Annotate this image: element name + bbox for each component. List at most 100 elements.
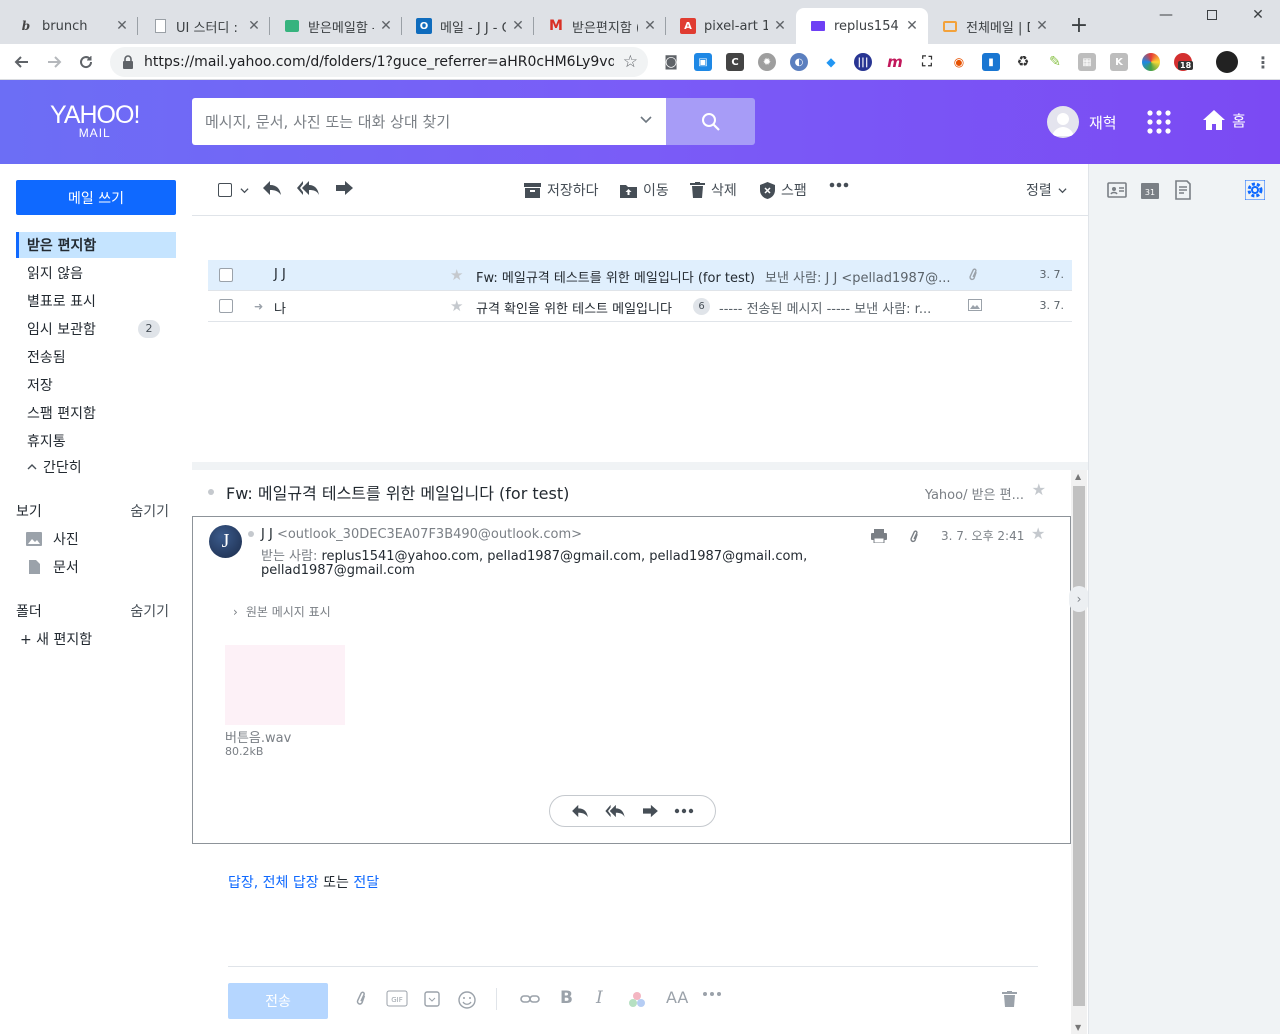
eyes-extension-icon[interactable]: ◉ xyxy=(950,53,968,71)
color-wheel-extension-icon[interactable] xyxy=(1142,53,1160,71)
more-menu-icon[interactable]: ⋮ xyxy=(1254,53,1272,72)
attachment-icon[interactable] xyxy=(909,530,921,544)
tag-extension-icon[interactable]: ▮ xyxy=(982,53,1000,71)
settings-gear-icon[interactable] xyxy=(1245,180,1265,200)
browser-tab-active[interactable]: replus1541@ ✕ xyxy=(796,8,928,44)
star-icon[interactable]: ★ xyxy=(1031,524,1045,543)
archive-button[interactable]: 저장하다 xyxy=(524,180,599,200)
c-extension-icon[interactable]: C xyxy=(726,53,744,71)
sort-button[interactable]: 정렬 xyxy=(1026,180,1067,200)
home-button[interactable]: 홈 xyxy=(1202,108,1246,132)
view-item-photos[interactable]: 사진 xyxy=(26,529,79,549)
new-folder-button[interactable]: + 새 편지함 xyxy=(20,629,92,649)
profile-avatar[interactable] xyxy=(1216,51,1238,73)
close-tab-icon[interactable]: ✕ xyxy=(772,18,788,34)
reply-all-button[interactable] xyxy=(296,180,320,196)
sticker-icon[interactable] xyxy=(424,991,440,1007)
search-input[interactable]: 메시지, 문서, 사진 또는 대화 상대 찾기 xyxy=(192,98,666,145)
reply-button[interactable] xyxy=(262,180,282,196)
show-original-toggle[interactable]: › 원본 메시지 표시 xyxy=(233,603,331,620)
close-tab-icon[interactable]: ✕ xyxy=(114,18,130,34)
address-bar[interactable]: https://mail.yahoo.com/d/folders/1?guce_… xyxy=(110,47,648,77)
scroll-up-icon[interactable]: ▲ xyxy=(1075,472,1081,481)
text-color-icon[interactable] xyxy=(628,991,646,1009)
new-tab-button[interactable]: + xyxy=(1066,14,1092,40)
sidebar-item-starred[interactable]: 별표로 표시 xyxy=(16,288,176,314)
message-row[interactable]: J J ★ Fw: 메일규격 테스트를 위한 메일입니다 (for test) … xyxy=(208,260,1072,291)
close-window-button[interactable]: ✕ xyxy=(1235,0,1280,30)
sidebar-item-drafts[interactable]: 임시 보관함 2 xyxy=(16,316,176,342)
sidebar-item-spam[interactable]: 스팸 편지함 xyxy=(16,400,176,426)
sender-avatar[interactable]: J xyxy=(209,525,242,558)
chevron-down-icon[interactable] xyxy=(640,113,652,125)
spam-button[interactable]: 스팸 xyxy=(760,180,807,200)
browser-tab[interactable]: O 메일 - J J - O ✕ xyxy=(402,8,534,44)
star-icon[interactable]: ★ xyxy=(450,266,463,284)
more-actions-button[interactable] xyxy=(829,182,849,188)
reader-extension-icon[interactable]: ▣ xyxy=(694,53,712,71)
more-formatting-icon[interactable] xyxy=(702,991,722,997)
yahoo-mail-logo[interactable]: YAHOO! MAIL xyxy=(50,102,140,139)
more-dots-icon[interactable] xyxy=(674,808,694,814)
recycle-extension-icon[interactable]: ♻ xyxy=(1014,53,1032,71)
delete-button[interactable]: 삭제 xyxy=(690,180,737,200)
message-checkbox[interactable] xyxy=(219,268,233,282)
attachment-name[interactable]: 버튼음.wav xyxy=(225,727,291,746)
search-button[interactable] xyxy=(666,98,755,145)
k-extension-icon[interactable]: K xyxy=(1110,53,1128,71)
bold-icon[interactable]: B xyxy=(560,988,573,1008)
star-icon[interactable]: ★ xyxy=(1032,480,1046,499)
message-row[interactable]: ➜ 나 ★ 규격 확인을 위한 테스트 메일입니다 6 ----- 전송된 메시… xyxy=(208,291,1072,322)
sender-line[interactable]: J J <outlook_30DEC3EA07F3B490@outlook.co… xyxy=(261,527,582,542)
quick-reply-link[interactable]: 답장 xyxy=(228,875,254,891)
close-tab-icon[interactable]: ✕ xyxy=(510,18,526,34)
quick-forward-link[interactable]: 전달 xyxy=(353,875,379,891)
close-tab-icon[interactable]: ✕ xyxy=(1034,18,1050,34)
sidebar-item-inbox[interactable]: 받은 편지함 xyxy=(16,232,176,258)
screenshot-extension-icon[interactable]: ⛶ xyxy=(918,53,936,71)
folders-hide-link[interactable]: 숨기기 xyxy=(130,601,169,621)
cube-extension-icon[interactable]: ◆ xyxy=(822,53,840,71)
font-size-icon[interactable]: AA xyxy=(666,988,688,1007)
close-tab-icon[interactable]: ✕ xyxy=(378,18,394,34)
forward-icon[interactable] xyxy=(641,804,659,818)
move-button[interactable]: 이동 xyxy=(620,180,669,200)
gif-icon[interactable]: GIF xyxy=(386,990,408,1007)
close-tab-icon[interactable]: ✕ xyxy=(642,18,658,34)
reply-icon[interactable] xyxy=(571,804,589,818)
browser-tab[interactable]: 전체메일 | Da ✕ xyxy=(928,8,1058,44)
scroll-down-icon[interactable]: ▼ xyxy=(1075,1023,1081,1032)
stripes-extension-icon[interactable]: ||| xyxy=(854,53,872,71)
browser-tab[interactable]: A pixel-art 1px ✕ xyxy=(666,8,796,44)
m-extension-icon[interactable]: m xyxy=(886,53,904,71)
camera-extension-icon[interactable]: ◙ xyxy=(662,53,680,71)
pane-toggle-chevron-icon[interactable]: › xyxy=(1069,586,1089,612)
reading-pane-scrollbar[interactable]: ▲ ▼ xyxy=(1071,470,1087,1034)
scrollbar-thumb[interactable] xyxy=(1073,486,1085,1006)
grid-extension-icon[interactable]: ▦ xyxy=(1078,53,1096,71)
sidebar-item-archive[interactable]: 저장 xyxy=(16,372,176,398)
folder-breadcrumb[interactable]: Yahoo/ 받은 편... xyxy=(925,484,1024,503)
browser-tab[interactable]: UI 스터디 : 그 ✕ xyxy=(138,8,270,44)
emoji-icon[interactable] xyxy=(458,991,476,1009)
discard-draft-icon[interactable] xyxy=(1002,991,1017,1007)
back-button[interactable] xyxy=(9,49,35,75)
contacts-icon[interactable] xyxy=(1107,180,1127,200)
star-icon[interactable]: ★ xyxy=(450,297,463,315)
sidebar-item-trash[interactable]: 휴지통 xyxy=(16,428,176,454)
reload-button[interactable] xyxy=(73,49,99,75)
quick-reply-all-link[interactable]: 전체 답장 xyxy=(263,875,319,891)
maximize-window-button[interactable] xyxy=(1189,0,1235,30)
close-tab-icon[interactable]: ✕ xyxy=(246,18,262,34)
send-button[interactable]: 전송 xyxy=(228,983,328,1019)
bookmark-star-icon[interactable]: ☆ xyxy=(623,52,638,72)
italic-icon[interactable]: I xyxy=(596,988,603,1008)
minimize-window-button[interactable]: — xyxy=(1143,0,1189,30)
sidebar-item-unread[interactable]: 읽지 않음 xyxy=(16,260,176,286)
select-all-checkbox[interactable] xyxy=(218,183,249,197)
forward-button[interactable] xyxy=(334,180,354,196)
print-icon[interactable] xyxy=(871,529,887,543)
link-icon[interactable] xyxy=(520,991,540,1007)
gear-extension-icon[interactable]: ✹ xyxy=(758,53,776,71)
sidebar-item-sent[interactable]: 전송됨 xyxy=(16,344,176,370)
